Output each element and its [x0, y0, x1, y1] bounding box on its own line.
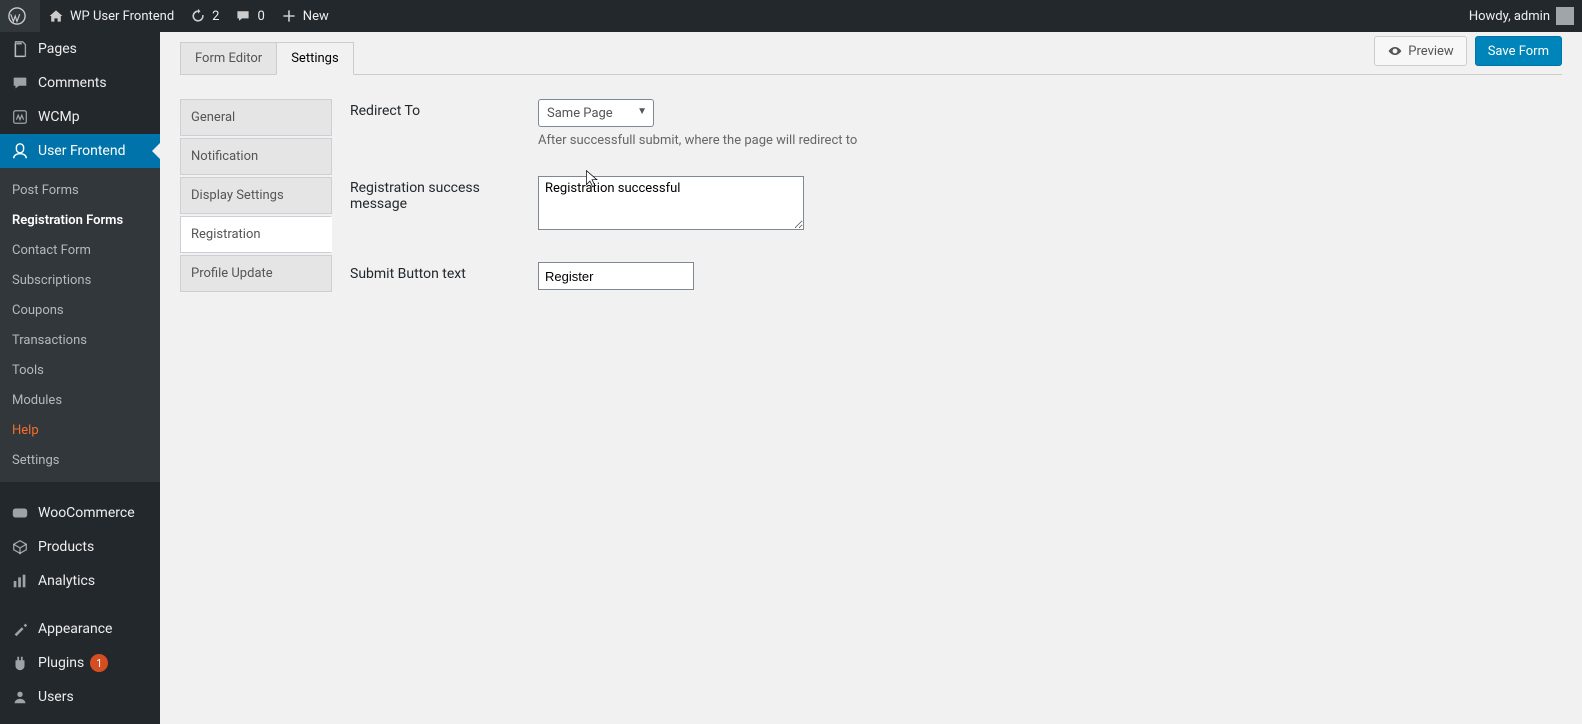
sub-modules[interactable]: Modules — [0, 385, 160, 415]
ab-updates[interactable]: 2 — [182, 0, 227, 32]
settings-tab-profile-update[interactable]: Profile Update — [180, 255, 332, 292]
settings-vertical-tabs: General Notification Display Settings Re… — [180, 99, 332, 318]
select-redirect-to[interactable]: Same Page — [538, 99, 654, 127]
content: Form Editor Settings Preview Save Form G… — [160, 32, 1582, 318]
comment-icon — [235, 8, 251, 24]
ab-comments[interactable]: 0 — [227, 0, 272, 32]
ab-user[interactable]: Howdy, admin — [1461, 0, 1582, 32]
analytics-icon — [10, 571, 30, 591]
label-success-message: Registration success message — [350, 176, 538, 212]
plugins-badge: 1 — [90, 654, 108, 672]
ab-comments-count: 0 — [257, 9, 264, 24]
home-icon — [48, 8, 64, 24]
menu-user-frontend[interactable]: User Frontend — [0, 134, 160, 168]
menu-woocommerce[interactable]: WooCommerce — [0, 496, 160, 530]
wordpress-icon — [8, 7, 26, 25]
sub-help[interactable]: Help — [0, 415, 160, 445]
menu-pages[interactable]: Pages — [0, 32, 160, 66]
settings-wrap: General Notification Display Settings Re… — [180, 75, 1562, 318]
menu-products[interactable]: Products — [0, 530, 160, 564]
save-button[interactable]: Save Form — [1475, 36, 1562, 66]
menu-user-frontend-label: User Frontend — [38, 143, 125, 159]
settings-body: Redirect To Same Page After successfull … — [332, 99, 1562, 318]
avatar — [1556, 7, 1574, 25]
admin-bar: WP User Frontend 2 0 New Howdy, admin — [0, 0, 1582, 32]
help-redirect-to: After successfull submit, where the page… — [538, 133, 857, 148]
sub-subscriptions[interactable]: Subscriptions — [0, 265, 160, 295]
sub-post-forms[interactable]: Post Forms — [0, 175, 160, 205]
appearance-icon — [10, 619, 30, 639]
tab-form-editor[interactable]: Form Editor — [180, 42, 277, 75]
settings-tab-general[interactable]: General — [180, 99, 332, 136]
sub-registration-forms[interactable]: Registration Forms — [0, 205, 160, 235]
menu-pages-label: Pages — [38, 41, 77, 57]
menu-analytics[interactable]: Analytics — [0, 564, 160, 598]
ab-site-title: WP User Frontend — [70, 9, 174, 24]
comments-icon — [10, 73, 30, 93]
menu-wcmp[interactable]: WCMp — [0, 100, 160, 134]
settings-tab-registration[interactable]: Registration — [180, 216, 332, 253]
sub-settings[interactable]: Settings — [0, 445, 160, 475]
preview-label: Preview — [1408, 44, 1453, 59]
select-redirect-to-value: Same Page — [547, 106, 613, 121]
eye-icon — [1387, 43, 1403, 59]
sub-tools[interactable]: Tools — [0, 355, 160, 385]
products-icon — [10, 537, 30, 557]
plugins-icon — [10, 653, 30, 673]
woocommerce-icon — [10, 503, 30, 523]
menu-analytics-label: Analytics — [38, 573, 95, 589]
settings-tab-notification[interactable]: Notification — [180, 138, 332, 175]
sub-contact-form[interactable]: Contact Form — [0, 235, 160, 265]
textarea-success-message[interactable] — [538, 176, 804, 230]
label-redirect-to: Redirect To — [350, 99, 538, 119]
admin-sidebar: Pages Comments WCMp User Frontend Post F… — [0, 32, 160, 724]
preview-button[interactable]: Preview — [1374, 36, 1466, 66]
menu-appearance-label: Appearance — [38, 621, 112, 637]
settings-tab-display[interactable]: Display Settings — [180, 177, 332, 214]
menu-comments-label: Comments — [38, 75, 107, 91]
menu-plugins[interactable]: Plugins 1 — [0, 646, 160, 680]
ab-updates-count: 2 — [212, 9, 219, 24]
update-icon — [190, 8, 206, 24]
label-submit-button-text: Submit Button text — [350, 262, 538, 282]
ab-new[interactable]: New — [273, 0, 337, 32]
plus-icon — [281, 8, 297, 24]
tab-nav: Form Editor Settings Preview Save Form — [180, 32, 1562, 75]
sub-transactions[interactable]: Transactions — [0, 325, 160, 355]
menu-tools[interactable]: Tools — [0, 714, 160, 724]
ab-new-label: New — [303, 9, 329, 24]
input-submit-button-text[interactable] — [538, 262, 694, 290]
menu-products-label: Products — [38, 539, 94, 555]
wcmp-icon — [10, 107, 30, 127]
wp-logo[interactable] — [0, 0, 40, 32]
menu-plugins-label: Plugins — [38, 655, 84, 671]
save-label: Save Form — [1488, 44, 1549, 59]
users-icon — [10, 687, 30, 707]
ab-howdy: Howdy, admin — [1469, 9, 1550, 24]
menu-users[interactable]: Users — [0, 680, 160, 714]
sub-coupons[interactable]: Coupons — [0, 295, 160, 325]
tab-settings[interactable]: Settings — [276, 42, 353, 75]
menu-comments[interactable]: Comments — [0, 66, 160, 100]
menu-appearance[interactable]: Appearance — [0, 612, 160, 646]
user-frontend-icon — [10, 141, 30, 161]
submenu-user-frontend: Post Forms Registration Forms Contact Fo… — [0, 168, 160, 482]
menu-woocommerce-label: WooCommerce — [38, 505, 135, 521]
menu-users-label: Users — [38, 689, 74, 705]
pages-icon — [10, 39, 30, 59]
ab-site-home[interactable]: WP User Frontend — [40, 0, 182, 32]
menu-wcmp-label: WCMp — [38, 109, 80, 125]
